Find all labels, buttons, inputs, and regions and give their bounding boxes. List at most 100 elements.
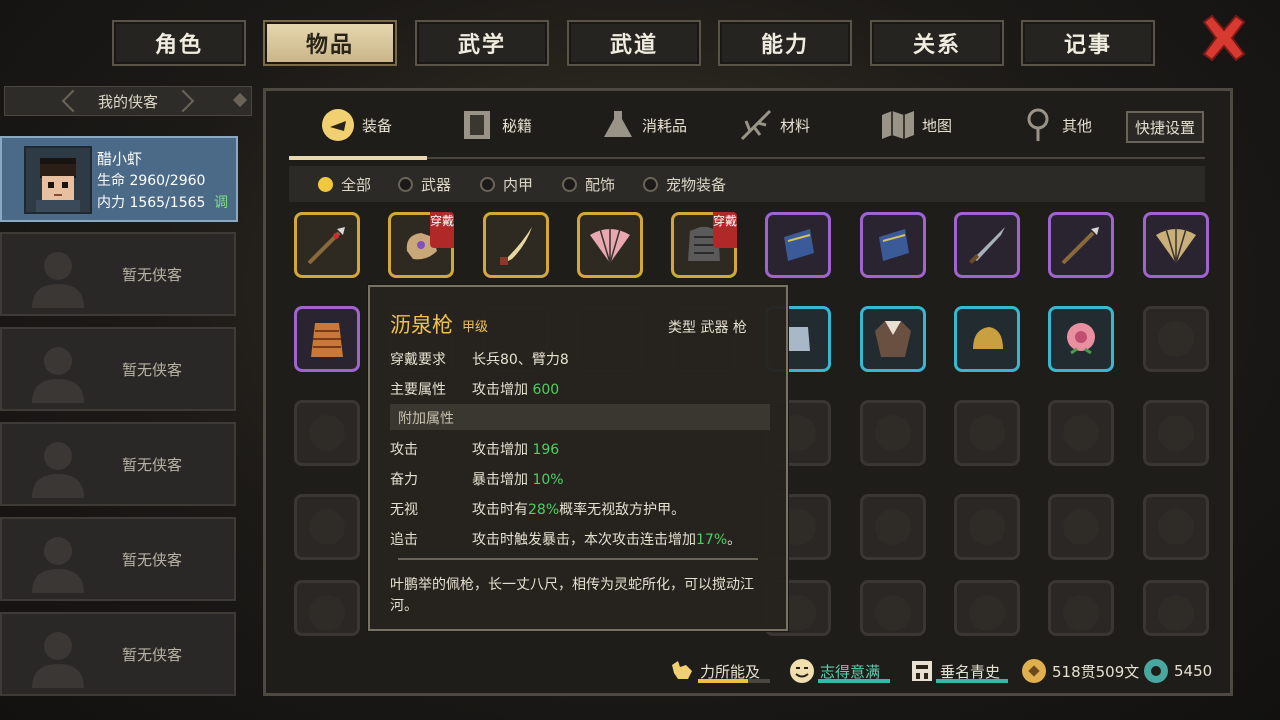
filter-armor[interactable]: 内甲 (480, 174, 533, 194)
sidebar-title: 我的侠客 (4, 86, 252, 116)
item-description: 叶鹏举的佩枪，长一丈八尺，相传为灵蛇所化，可以搅动江河。 (390, 577, 754, 614)
filter-label: 宠物装备 (666, 175, 727, 194)
radio-icon (398, 176, 413, 192)
category-maps[interactable]: 地图 (880, 100, 952, 150)
tab-relations[interactable]: 关系 (870, 20, 1004, 66)
item-slot[interactable] (954, 400, 1020, 466)
gem-value: 5450 (1174, 662, 1213, 680)
sidebar-title-text: 我的侠客 (97, 92, 158, 111)
attribute-value: 28% (528, 502, 560, 518)
empty-companion-slot[interactable]: 暂无侠客 (0, 327, 236, 411)
flower-icon (1067, 323, 1095, 355)
filter-weapon[interactable]: 武器 (398, 174, 451, 194)
tab-martial-arts[interactable]: 武学 (415, 20, 549, 66)
attribute-value: 10% (532, 472, 564, 488)
item-slot[interactable] (1143, 494, 1209, 560)
item-slot[interactable] (954, 212, 1020, 278)
category-manuals[interactable]: 秘籍 (460, 100, 532, 150)
item-slot[interactable] (860, 580, 926, 636)
category-other[interactable]: 其他 (1020, 100, 1092, 150)
item-slot[interactable] (860, 400, 926, 466)
category-equipment[interactable]: 装备 (320, 100, 392, 150)
filter-label: 内甲 (503, 175, 534, 194)
item-slot[interactable] (294, 580, 360, 636)
tab-character[interactable]: 角色 (112, 20, 246, 66)
item-slot[interactable] (577, 212, 643, 278)
empty-slot-label: 暂无侠客 (122, 551, 183, 569)
empty-slot-label: 暂无侠客 (122, 646, 183, 664)
item-slot[interactable] (860, 494, 926, 560)
item-slot[interactable] (1143, 580, 1209, 636)
item-slot[interactable] (860, 212, 926, 278)
tab-journal[interactable]: 记事 (1021, 20, 1155, 66)
adjust-button[interactable]: 调 (214, 192, 228, 212)
item-slot[interactable] (294, 306, 360, 372)
avatar (24, 146, 92, 214)
item-slot[interactable] (294, 212, 360, 278)
tab-items[interactable]: 物品 (263, 20, 397, 66)
item-slot[interactable] (1048, 306, 1114, 372)
item-slot[interactable] (1048, 580, 1114, 636)
silhouette-icon (32, 632, 84, 688)
item-slot[interactable] (1048, 400, 1114, 466)
item-slot[interactable] (860, 306, 926, 372)
item-slot[interactable] (765, 212, 831, 278)
tooltip-divider (398, 558, 758, 560)
silhouette-icon (32, 347, 84, 403)
attribute-text: 概率无视敌方护甲。 (559, 502, 686, 518)
item-slot[interactable]: 穿戴 (388, 212, 454, 278)
character-mp: 内力 1565/1565 (97, 192, 205, 212)
character-name: 醋小虾 (97, 150, 143, 168)
attribute-row: 追击 攻击时触发暴击，本次攻击连击增加17%。 (390, 529, 741, 549)
filter-accessory[interactable]: 配饰 (562, 174, 615, 194)
empty-companion-slot[interactable]: 暂无侠客 (0, 422, 236, 506)
filter-label: 配饰 (585, 175, 616, 194)
smile-face-icon (790, 659, 814, 683)
empty-companion-slot[interactable]: 暂无侠客 (0, 517, 236, 601)
requirement-label: 穿戴要求 (390, 352, 446, 368)
mp-value: 1565/1565 (129, 195, 206, 211)
hp-value: 2960/2960 (129, 173, 206, 189)
item-slot[interactable] (1143, 306, 1209, 372)
item-slot[interactable] (954, 580, 1020, 636)
item-slot[interactable]: 穿戴 (671, 212, 737, 278)
manual-book-icon (464, 111, 490, 139)
filter-all[interactable]: 全部 (318, 174, 371, 194)
item-slot[interactable] (1143, 212, 1209, 278)
item-name: 沥泉枪 (390, 313, 453, 337)
item-slot[interactable] (1143, 400, 1209, 466)
jade-icon (1144, 659, 1168, 683)
item-slot[interactable] (294, 400, 360, 466)
item-slot[interactable] (294, 494, 360, 560)
character-hp: 生命 2960/2960 (97, 170, 205, 190)
character-card[interactable]: 醋小虾 生命 2960/2960 内力 1565/1565 调 (0, 136, 238, 222)
misc-icon (1027, 108, 1049, 141)
close-icon[interactable] (1198, 12, 1250, 64)
filter-pet-gear[interactable]: 宠物装备 (643, 174, 726, 194)
item-slot[interactable] (1048, 494, 1114, 560)
tab-abilities[interactable]: 能力 (718, 20, 852, 66)
item-slot[interactable] (954, 306, 1020, 372)
category-consumables[interactable]: 消耗品 (600, 100, 687, 150)
radio-icon (643, 176, 658, 192)
attribute-text: 攻击增加 (472, 442, 533, 458)
fame-bar (936, 679, 1008, 683)
attribute-text: 暴击增加 (472, 472, 533, 488)
worn-badge: 穿戴 (713, 212, 737, 248)
scroll-icon (912, 661, 932, 681)
item-slot[interactable] (1048, 212, 1114, 278)
quick-settings-button[interactable]: 快捷设置 (1126, 111, 1204, 143)
tab-martial-way[interactable]: 武道 (567, 20, 701, 66)
coin-icon (1022, 659, 1046, 683)
category-materials[interactable]: 材料 (738, 100, 810, 150)
attribute-row: 攻击 攻击增加 196 (390, 439, 559, 459)
item-slot[interactable] (954, 494, 1020, 560)
item-slot[interactable] (483, 212, 549, 278)
attribute-text: 攻击时触发暴击，本次攻击连击增加 (472, 532, 696, 548)
attribute-value: 196 (532, 442, 560, 458)
empty-companion-slot[interactable]: 暂无侠客 (0, 612, 236, 696)
empty-companion-slot[interactable]: 暂无侠客 (0, 232, 236, 316)
muscle-icon (672, 661, 692, 679)
spear-icon (307, 227, 345, 265)
category-label: 材料 (780, 116, 811, 135)
